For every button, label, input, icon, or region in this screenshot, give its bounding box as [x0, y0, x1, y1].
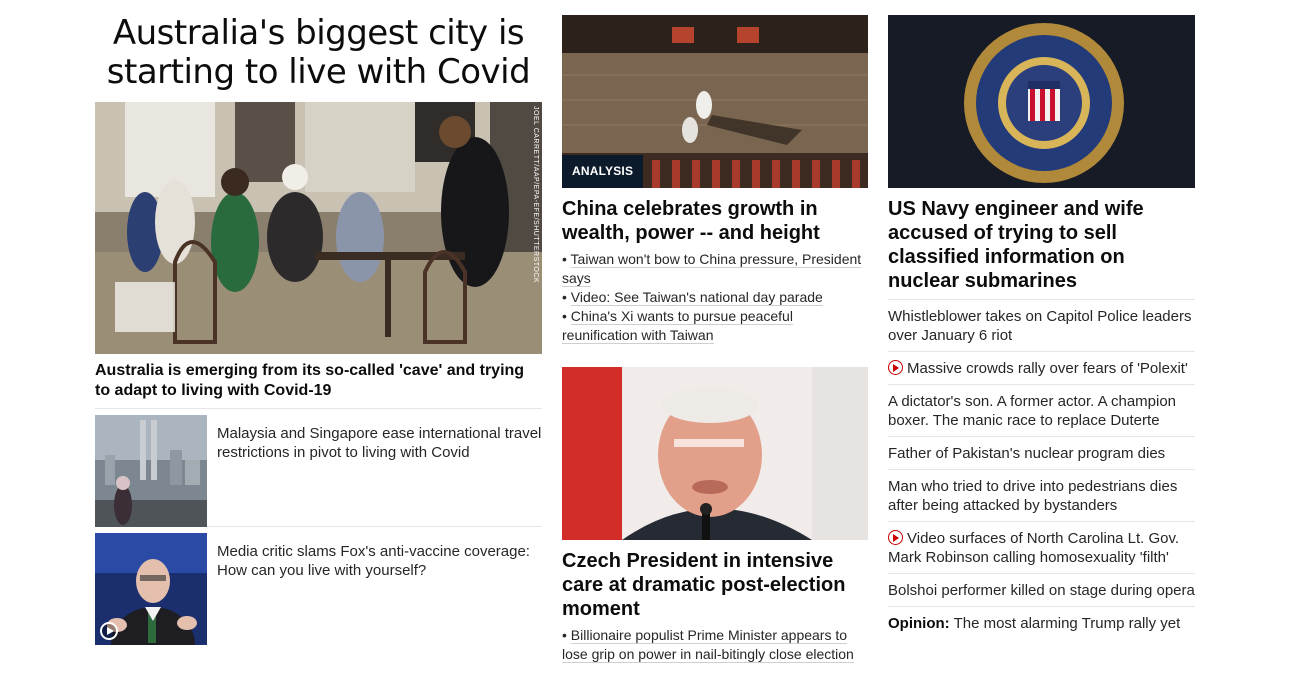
- list-item-headline[interactable]: Malaysia and Singapore ease internationa…: [217, 415, 542, 520]
- czech-president-image[interactable]: [562, 367, 868, 540]
- kuala-lumpur-thumbnail[interactable]: [95, 415, 207, 527]
- fbi-seal-image[interactable]: [888, 15, 1195, 188]
- lead-story-column: Australia's biggest city is starting to …: [95, 0, 542, 645]
- related-link[interactable]: • Video: See Taiwan's national day parad…: [562, 288, 868, 307]
- list-item[interactable]: A dictator's son. A former actor. A cham…: [888, 384, 1195, 436]
- right-column: US Navy engineer and wife accused of try…: [888, 15, 1195, 639]
- opinion-item[interactable]: Opinion: The most alarming Trump rally y…: [888, 606, 1195, 639]
- photo-credit: JOEL CARRETT/AAP/EPA-EFE/SHUTTERSTOCK: [532, 106, 539, 284]
- related-links: • Taiwan won't bow to China pressure, Pr…: [562, 250, 868, 345]
- list-item[interactable]: Whistleblower takes on Capitol Police le…: [888, 299, 1195, 351]
- list-item-headline[interactable]: Media critic slams Fox's anti-vaccine co…: [217, 533, 542, 639]
- media-critic-thumbnail[interactable]: [95, 533, 207, 645]
- list-item[interactable]: Man who tried to drive into pedestrians …: [888, 469, 1195, 521]
- czech-headline[interactable]: Czech President in intensive care at dra…: [562, 549, 868, 621]
- city-skyline-illustration: [95, 415, 207, 527]
- list-item[interactable]: Video surfaces of North Carolina Lt. Gov…: [888, 521, 1195, 573]
- headline-list: Whistleblower takes on Capitol Police le…: [888, 299, 1195, 639]
- lead-headline[interactable]: Australia's biggest city is starting to …: [95, 0, 542, 92]
- play-icon[interactable]: [100, 622, 118, 640]
- fbi-seal-illustration: [888, 15, 1195, 188]
- cafe-hero-image[interactable]: JOEL CARRETT/AAP/EPA-EFE/SHUTTERSTOCK: [95, 102, 542, 354]
- video-play-icon: [888, 360, 903, 375]
- video-play-icon: [888, 530, 903, 545]
- list-item[interactable]: Malaysia and Singapore ease internationa…: [95, 409, 542, 527]
- analysis-badge: ANALYSIS: [562, 155, 644, 188]
- hero-caption[interactable]: Australia is emerging from its so-called…: [95, 361, 542, 409]
- related-link[interactable]: • Taiwan won't bow to China pressure, Pr…: [562, 250, 868, 288]
- navy-engineer-headline[interactable]: US Navy engineer and wife accused of try…: [888, 197, 1195, 293]
- china-story-image[interactable]: ANALYSIS: [562, 15, 868, 188]
- china-headline[interactable]: China celebrates growth in wealth, power…: [562, 197, 868, 245]
- related-link[interactable]: • China's Xi wants to pursue peaceful re…: [562, 307, 868, 345]
- list-item[interactable]: Massive crowds rally over fears of 'Pole…: [888, 351, 1195, 384]
- opinion-label: Opinion:: [888, 615, 950, 632]
- middle-column: ANALYSIS China celebrates growth in weal…: [562, 15, 868, 664]
- president-portrait-illustration: [562, 367, 868, 540]
- related-links: • Billionaire populist Prime Minister ap…: [562, 626, 868, 664]
- list-item[interactable]: Bolshoi performer killed on stage during…: [888, 573, 1195, 606]
- related-link[interactable]: • Billionaire populist Prime Minister ap…: [562, 626, 868, 664]
- list-item[interactable]: Media critic slams Fox's anti-vaccine co…: [95, 527, 542, 645]
- list-item[interactable]: Father of Pakistan's nuclear program die…: [888, 436, 1195, 469]
- cafe-scene-illustration: [95, 102, 542, 354]
